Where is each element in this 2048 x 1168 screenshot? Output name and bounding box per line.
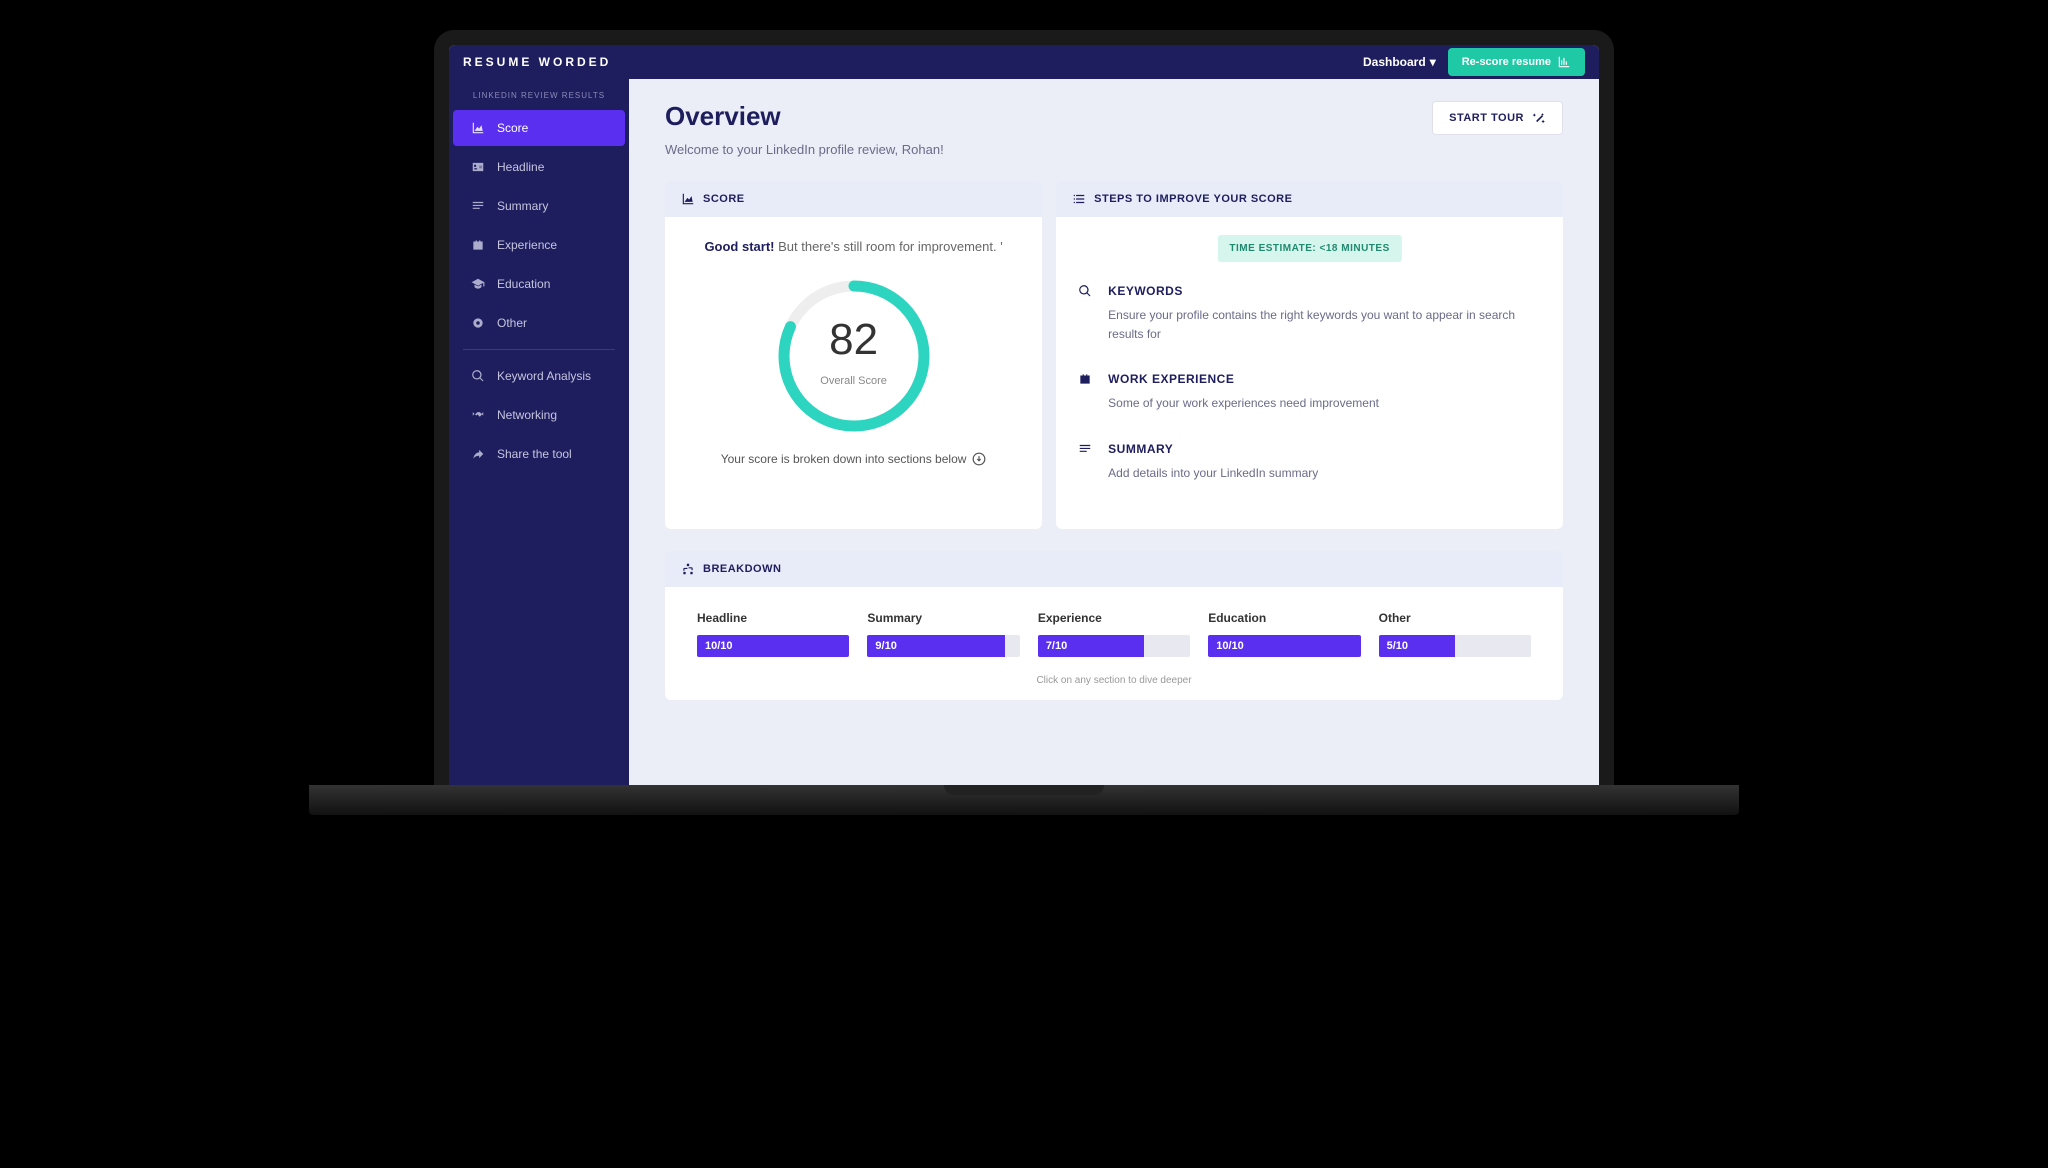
sidebar-header: LINKEDIN REVIEW RESULTS [449, 87, 629, 110]
sidebar-item-experience[interactable]: Experience [453, 227, 625, 263]
id-card-icon [471, 160, 485, 174]
rescore-button[interactable]: Re-score resume [1448, 48, 1585, 76]
breakdown-bar: 10/10 [1208, 635, 1360, 657]
sidebar-item-label: Keyword Analysis [497, 369, 591, 383]
step-work-experience[interactable]: WORK EXPERIENCE Some of your work experi… [1078, 372, 1541, 413]
page-title: Overview [665, 101, 944, 132]
circle-icon [471, 316, 485, 330]
sidebar-item-score[interactable]: Score [453, 110, 625, 146]
breakdown-bar: 10/10 [697, 635, 849, 657]
caret-down-icon: ▾ [1430, 55, 1436, 69]
breakdown-fill: 10/10 [697, 635, 849, 657]
search-icon [471, 369, 485, 383]
breakdown-fill: 7/10 [1038, 635, 1145, 657]
breakdown-item[interactable]: Other 5/10 [1379, 611, 1531, 657]
score-header-label: SCORE [703, 193, 745, 205]
breakdown-header-label: BREAKDOWN [703, 563, 781, 575]
search-icon [1078, 284, 1094, 300]
score-headline: Good start! But there's still room for i… [693, 237, 1014, 258]
breakdown-label: Education [1208, 611, 1360, 625]
score-headline-bold: Good start! [704, 239, 774, 254]
breakdown-bar: 5/10 [1379, 635, 1531, 657]
step-desc: Some of your work experiences need impro… [1108, 394, 1379, 413]
breakdown-fill: 5/10 [1379, 635, 1455, 657]
step-desc: Add details into your LinkedIn summary [1108, 464, 1318, 483]
chart-icon [681, 192, 695, 206]
breakdown-header: BREAKDOWN [665, 551, 1563, 587]
breakdown-bar: 9/10 [867, 635, 1019, 657]
share-icon [471, 447, 485, 461]
sidebar-item-education[interactable]: Education [453, 266, 625, 302]
sidebar-item-label: Share the tool [497, 447, 572, 461]
sidebar: LINKEDIN REVIEW RESULTS Score Headline S… [449, 79, 629, 785]
handshake-icon [471, 408, 485, 422]
breakdown-footer-text: Click on any section to dive deeper [697, 675, 1531, 686]
topbar: RESUME WORDED Dashboard ▾ Re-score resum… [449, 45, 1599, 79]
score-footer: Your score is broken down into sections … [693, 452, 1014, 466]
score-card: SCORE Good start! But there's still room… [665, 181, 1042, 529]
score-value: 82 [829, 315, 878, 365]
breakdown-item[interactable]: Experience 7/10 [1038, 611, 1190, 657]
sidebar-item-label: Experience [497, 238, 557, 252]
breakdown-label: Experience [1038, 611, 1190, 625]
rescore-label: Re-score resume [1462, 56, 1551, 68]
list-icon [1078, 442, 1094, 458]
breakdown-item[interactable]: Education 10/10 [1208, 611, 1360, 657]
chart-line-icon [471, 121, 485, 135]
score-card-header: SCORE [665, 181, 1042, 217]
sidebar-item-share[interactable]: Share the tool [453, 436, 625, 472]
sidebar-item-label: Score [497, 121, 528, 135]
wand-icon [1532, 111, 1546, 125]
briefcase-icon [1078, 372, 1094, 388]
brand-logo: RESUME WORDED [463, 55, 611, 69]
steps-card: STEPS TO IMPROVE YOUR SCORE TIME ESTIMAT… [1056, 181, 1563, 529]
sidebar-item-headline[interactable]: Headline [453, 149, 625, 185]
step-summary[interactable]: SUMMARY Add details into your LinkedIn s… [1078, 442, 1541, 483]
dashboard-label: Dashboard [1363, 55, 1426, 69]
breakdown-card: BREAKDOWN Headline 10/10 Summary 9/10 Ex… [665, 551, 1563, 700]
sidebar-item-label: Headline [497, 160, 544, 174]
sidebar-divider [463, 349, 615, 350]
sidebar-item-networking[interactable]: Networking [453, 397, 625, 433]
breakdown-fill: 10/10 [1208, 635, 1360, 657]
list-icon [1072, 192, 1086, 206]
breakdown-bar: 7/10 [1038, 635, 1190, 657]
arrow-down-circle-icon [972, 452, 986, 466]
welcome-text: Welcome to your LinkedIn profile review,… [665, 142, 944, 157]
sidebar-item-label: Summary [497, 199, 548, 213]
step-keywords[interactable]: KEYWORDS Ensure your profile contains th… [1078, 284, 1541, 344]
start-tour-label: START TOUR [1449, 112, 1524, 124]
breakdown-item[interactable]: Headline 10/10 [697, 611, 849, 657]
list-icon [471, 199, 485, 213]
dashboard-dropdown[interactable]: Dashboard ▾ [1363, 55, 1436, 69]
score-label: Overall Score [820, 375, 887, 387]
start-tour-button[interactable]: START TOUR [1432, 101, 1563, 135]
sidebar-item-label: Networking [497, 408, 557, 422]
steps-card-header: STEPS TO IMPROVE YOUR SCORE [1056, 181, 1563, 217]
sidebar-item-label: Education [497, 277, 550, 291]
breakdown-label: Other [1379, 611, 1531, 625]
breakdown-label: Headline [697, 611, 849, 625]
score-footer-text: Your score is broken down into sections … [721, 452, 967, 466]
step-desc: Ensure your profile contains the right k… [1108, 306, 1541, 344]
chart-icon [1557, 55, 1571, 69]
sidebar-item-label: Other [497, 316, 527, 330]
breakdown-fill: 9/10 [867, 635, 1004, 657]
sidebar-item-other[interactable]: Other [453, 305, 625, 341]
step-title: WORK EXPERIENCE [1108, 372, 1379, 386]
steps-header-label: STEPS TO IMPROVE YOUR SCORE [1094, 193, 1292, 205]
breakdown-label: Summary [867, 611, 1019, 625]
time-estimate-badge: TIME ESTIMATE: <18 MINUTES [1217, 235, 1401, 262]
sitemap-icon [681, 562, 695, 576]
breakdown-item[interactable]: Summary 9/10 [867, 611, 1019, 657]
score-headline-rest: But there's still room for improvement. … [775, 239, 1003, 254]
graduation-cap-icon [471, 277, 485, 291]
briefcase-icon [471, 238, 485, 252]
score-ring: 82 Overall Score [774, 276, 934, 436]
sidebar-item-keyword-analysis[interactable]: Keyword Analysis [453, 358, 625, 394]
sidebar-item-summary[interactable]: Summary [453, 188, 625, 224]
step-title: SUMMARY [1108, 442, 1318, 456]
step-title: KEYWORDS [1108, 284, 1541, 298]
main-content: Overview Welcome to your LinkedIn profil… [629, 79, 1599, 785]
